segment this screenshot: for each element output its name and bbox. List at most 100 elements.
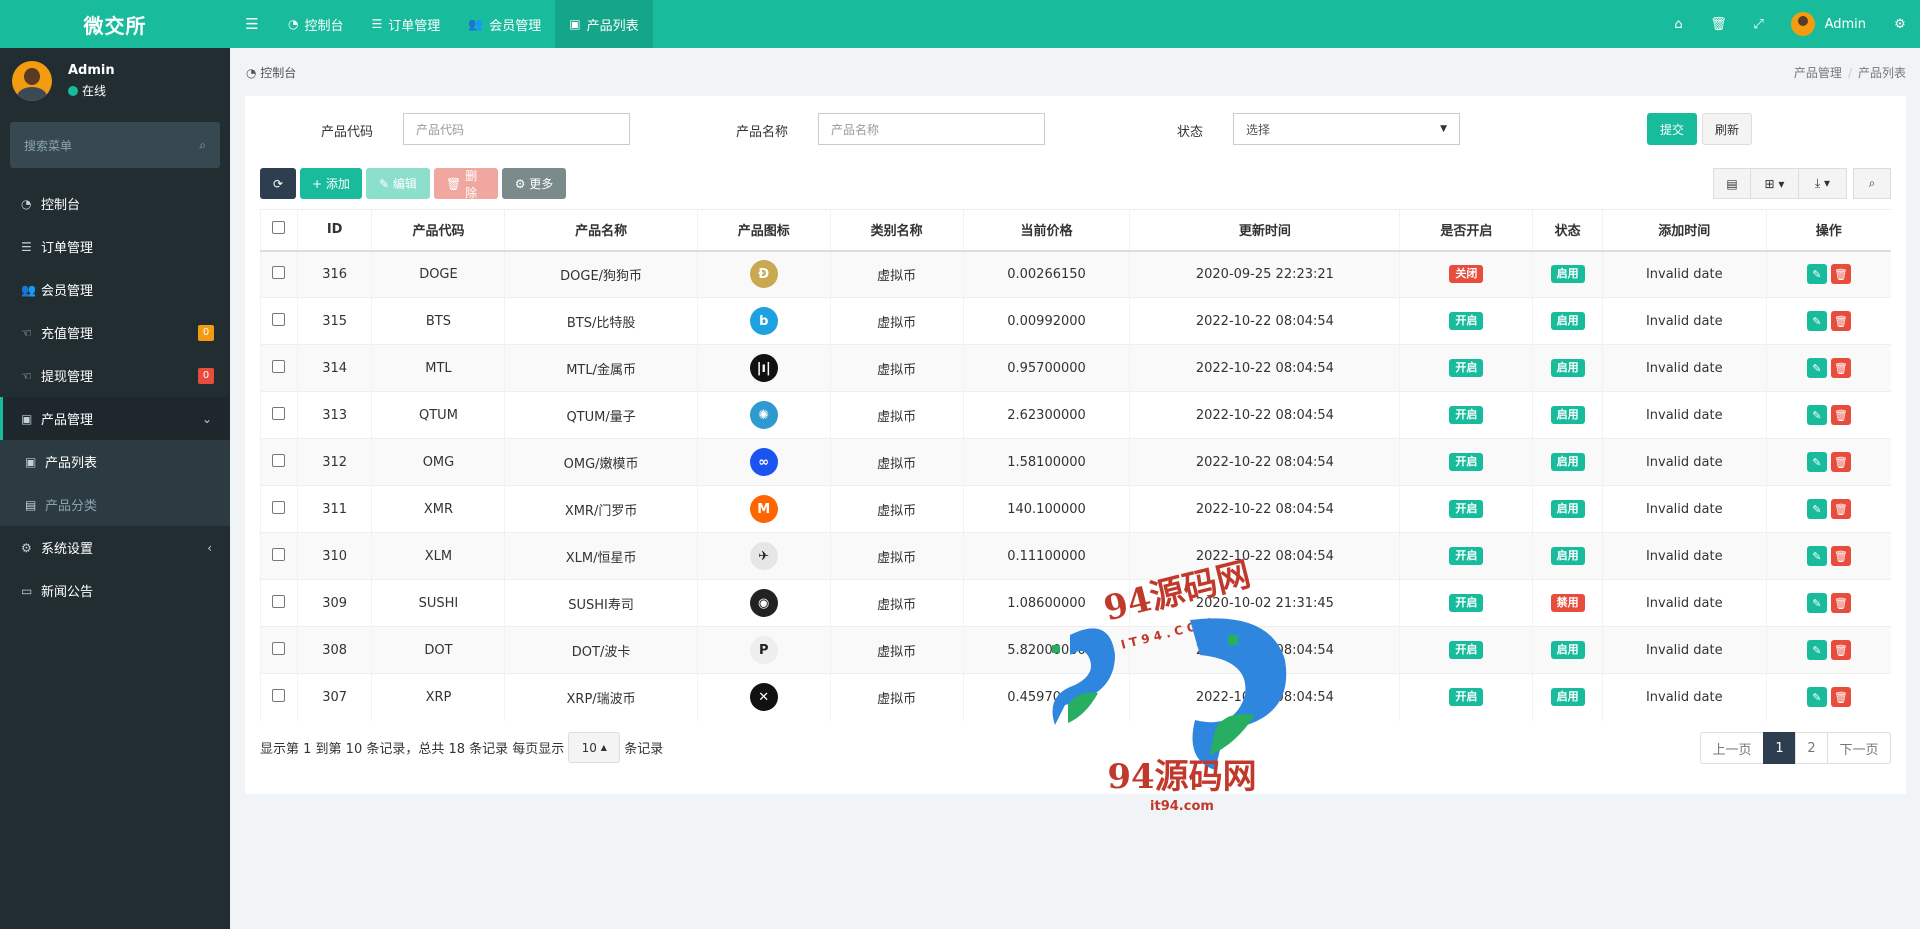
columns-button[interactable]: ⊞ ▾ <box>1751 168 1799 199</box>
row-edit-button[interactable]: ✎ <box>1806 264 1827 285</box>
trash-icon[interactable]: 🗑 <box>1699 0 1739 48</box>
table-row[interactable]: 310 XLM XLM/恒星币 ✈ 虚拟币 0.11100000 2022-10-22 08… <box>260 532 1891 580</box>
row-delete-button[interactable]: 🗑 <box>1830 264 1851 285</box>
edit-button[interactable]: ✎ 编辑 <box>366 168 430 199</box>
toggle-view-button[interactable]: ▤ <box>1713 168 1751 199</box>
page-2-button[interactable]: 2 <box>1795 732 1828 764</box>
open-badge[interactable]: 开启 <box>1449 312 1484 330</box>
row-checkbox[interactable] <box>260 579 298 627</box>
col-header-open[interactable]: 是否开启 <box>1399 209 1533 252</box>
row-checkbox[interactable] <box>260 485 298 533</box>
sidebar-item-product-category[interactable]: ▤ 产品分类 <box>0 483 230 526</box>
prev-page-button[interactable]: 上一页 <box>1700 732 1764 764</box>
open-badge[interactable]: 开启 <box>1449 688 1484 707</box>
tab-product-list[interactable]: ▣ 产品列表 <box>555 0 653 48</box>
status-badge[interactable]: 启用 <box>1550 547 1585 565</box>
open-badge[interactable]: 开启 <box>1449 453 1484 471</box>
export-button[interactable]: ⤓ ▾ <box>1799 168 1847 199</box>
row-delete-button[interactable]: 🗑 <box>1830 311 1851 331</box>
home-icon[interactable]: ⌂ <box>1659 0 1699 48</box>
table-row[interactable]: 308 DOT DOT/波卡 P 虚拟币 5.82000000 2022-10-22 08:… <box>260 626 1891 674</box>
table-row[interactable]: 313 QTUM QTUM/量子 ✺ 虚拟币 2.62300000 2022-10-22 0… <box>260 391 1891 439</box>
col-header-category[interactable]: 类别名称 <box>829 209 964 252</box>
table-row[interactable]: 307 XRP XRP/瑞波币 ✕ 虚拟币 0.45970000 2022-10-22 08… <box>260 673 1891 721</box>
col-header-id[interactable]: ID <box>296 209 372 252</box>
breadcrumb-item[interactable]: 产品列表 <box>1858 66 1906 80</box>
row-checkbox[interactable] <box>260 297 298 345</box>
reset-button[interactable]: 刷新 <box>1702 113 1752 145</box>
open-badge[interactable]: 开启 <box>1449 594 1484 612</box>
table-row[interactable]: 311 XMR XMR/门罗币 M 虚拟币 140.100000 2022-10-22 08… <box>260 485 1891 533</box>
row-checkbox[interactable] <box>260 673 298 721</box>
breadcrumb-item[interactable]: 产品管理 <box>1794 66 1842 80</box>
open-badge[interactable]: 开启 <box>1449 641 1484 659</box>
refresh-button[interactable]: ⟳ <box>260 168 296 199</box>
row-edit-button[interactable]: ✎ <box>1806 593 1827 613</box>
page-size-dropdown[interactable]: 10 ▲ <box>568 732 621 763</box>
row-edit-button[interactable]: ✎ <box>1806 640 1827 660</box>
row-delete-button[interactable]: 🗑 <box>1830 358 1851 378</box>
topbar-user-menu[interactable]: Admin <box>1779 12 1880 36</box>
open-badge[interactable]: 开启 <box>1449 500 1484 518</box>
row-edit-button[interactable]: ✎ <box>1806 546 1827 566</box>
row-checkbox[interactable] <box>260 532 298 580</box>
fullscreen-icon[interactable]: ⤢ <box>1739 0 1779 48</box>
row-delete-button[interactable]: 🗑 <box>1830 640 1851 660</box>
open-badge[interactable]: 开启 <box>1449 547 1484 565</box>
row-edit-button[interactable]: ✎ <box>1806 311 1827 331</box>
row-edit-button[interactable]: ✎ <box>1806 452 1827 472</box>
status-select[interactable]: 选择 ▼ <box>1233 113 1460 145</box>
tab-members[interactable]: 👥 会员管理 <box>454 0 555 48</box>
table-row[interactable]: 312 OMG OMG/嫩模币 ∞ 虚拟币 1.58100000 2022-10-22 08… <box>260 438 1891 486</box>
add-button[interactable]: + 添加 <box>300 168 362 199</box>
status-badge[interactable]: 启用 <box>1550 453 1585 471</box>
sidebar-item-products[interactable]: ▣ 产品管理 ⌄ <box>0 397 230 440</box>
table-row[interactable]: 314 MTL MTL/金属币 |ı| 虚拟币 0.95700000 2022-10-22 … <box>260 344 1891 392</box>
open-badge[interactable]: 开启 <box>1449 359 1484 377</box>
row-checkbox[interactable] <box>260 438 298 486</box>
sidebar-item-news[interactable]: ▭ 新闻公告 <box>0 569 230 612</box>
row-delete-button[interactable]: 🗑 <box>1830 546 1851 566</box>
row-delete-button[interactable]: 🗑 <box>1830 499 1851 519</box>
col-header-icon[interactable]: 产品图标 <box>696 209 831 252</box>
sidebar-item-withdraw[interactable]: ☜ 提现管理 0 <box>0 354 230 397</box>
status-badge[interactable]: 启用 <box>1550 500 1585 518</box>
row-checkbox[interactable] <box>260 344 298 392</box>
row-checkbox[interactable] <box>260 626 298 674</box>
status-badge[interactable]: 启用 <box>1550 312 1585 330</box>
col-header-code[interactable]: 产品代码 <box>371 209 505 252</box>
status-badge[interactable]: 启用 <box>1550 688 1585 707</box>
row-checkbox[interactable] <box>260 391 298 439</box>
col-header-price[interactable]: 当前价格 <box>962 209 1130 252</box>
row-delete-button[interactable]: 🗑 <box>1830 593 1851 613</box>
tab-orders[interactable]: ☰ 订单管理 <box>358 0 455 48</box>
select-all-checkbox[interactable] <box>260 209 298 252</box>
status-badge[interactable]: 启用 <box>1550 265 1585 284</box>
submit-button[interactable]: 提交 <box>1647 113 1697 145</box>
next-page-button[interactable]: 下一页 <box>1827 732 1891 764</box>
row-checkbox[interactable] <box>260 250 298 298</box>
col-header-status[interactable]: 状态 <box>1532 209 1603 252</box>
row-delete-button[interactable]: 🗑 <box>1830 405 1851 425</box>
menu-toggle-icon[interactable]: ☰ <box>230 0 274 48</box>
search-icon[interactable]: ⌕ <box>199 138 206 153</box>
sidebar-item-members[interactable]: 👥 会员管理 <box>0 268 230 311</box>
sidebar-item-orders[interactable]: ☰ 订单管理 <box>0 225 230 268</box>
status-badge[interactable]: 禁用 <box>1550 594 1585 612</box>
product-name-input[interactable]: 产品名称 <box>818 113 1045 145</box>
row-edit-button[interactable]: ✎ <box>1806 358 1827 378</box>
open-badge[interactable]: 开启 <box>1449 406 1484 424</box>
status-badge[interactable]: 启用 <box>1550 641 1585 659</box>
tab-dashboard[interactable]: ◔ 控制台 <box>274 0 358 48</box>
more-button[interactable]: ⚙ 更多 <box>502 168 566 199</box>
sidebar-item-recharge[interactable]: ☜ 充值管理 0 <box>0 311 230 354</box>
delete-button[interactable]: 🗑 删除 <box>434 168 498 200</box>
col-header-updated[interactable]: 更新时间 <box>1129 209 1400 252</box>
table-row[interactable]: 316 DOGE DOGE/狗狗币 Ð 虚拟币 0.00266150 2020-09-25 … <box>260 250 1891 298</box>
sidebar-item-dashboard[interactable]: ◔ 控制台 <box>0 182 230 225</box>
sidebar-item-product-list[interactable]: ▣ 产品列表 <box>0 440 230 483</box>
search-toggle-button[interactable]: ⌕ <box>1853 168 1891 199</box>
cogs-icon[interactable]: ⚙ <box>1880 0 1920 48</box>
sidebar-item-settings[interactable]: ⚙ 系统设置 ‹ <box>0 526 230 569</box>
app-logo[interactable]: 微交所 <box>0 0 230 48</box>
